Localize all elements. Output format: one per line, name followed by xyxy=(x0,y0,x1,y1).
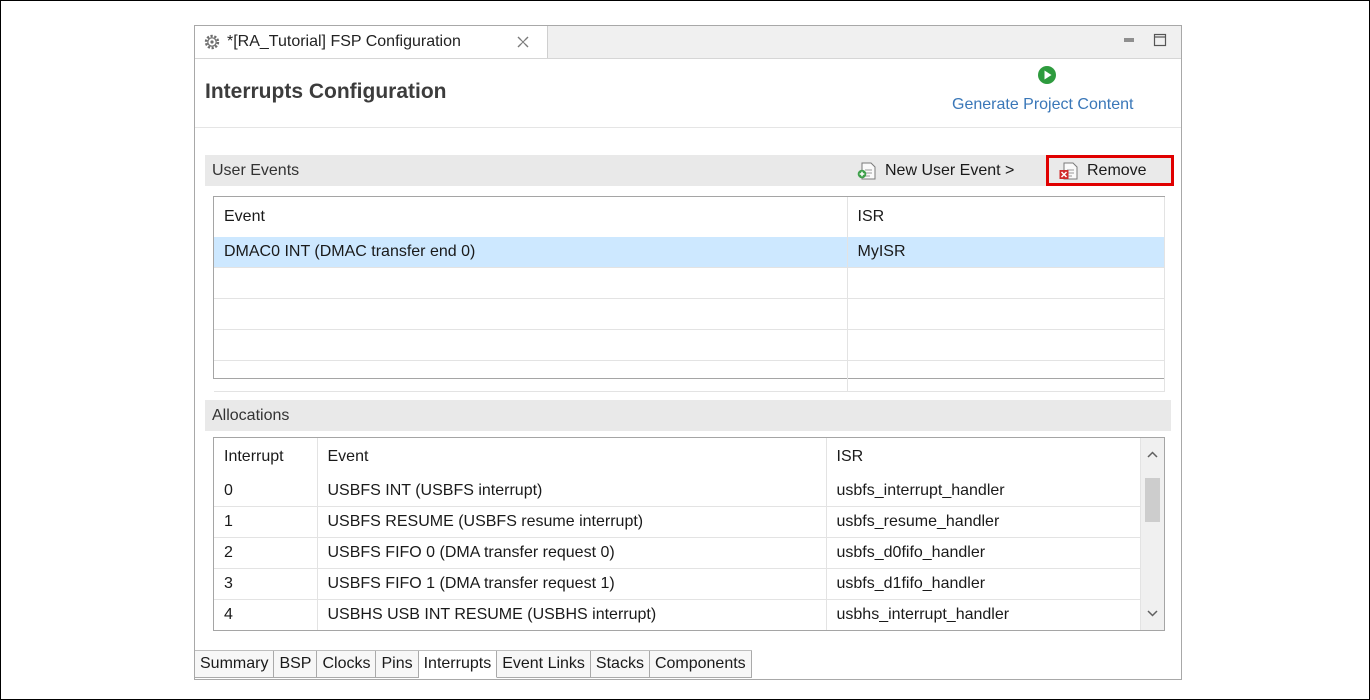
editor-tab-strip: *[RA_Tutorial] FSP Configuration xyxy=(195,26,1181,59)
interrupt-cell: 1 xyxy=(214,506,318,538)
isr-cell: usbhs_interrupt_handler xyxy=(826,599,1141,630)
tab-clocks[interactable]: Clocks xyxy=(317,651,377,678)
event-cell: USBFS INT (USBFS interrupt) xyxy=(317,476,827,507)
fsp-configuration-editor: *[RA_Tutorial] FSP Configuration Interru… xyxy=(194,25,1182,680)
new-event-icon xyxy=(857,162,876,179)
event-cell xyxy=(214,267,848,299)
column-header-event[interactable]: Event xyxy=(317,438,827,476)
table-row[interactable]: 1 USBFS RESUME (USBFS resume interrupt) … xyxy=(214,506,1141,538)
event-cell xyxy=(214,329,848,361)
tab-bsp[interactable]: BSP xyxy=(274,651,318,678)
screenshot-frame: *[RA_Tutorial] FSP Configuration Interru… xyxy=(0,0,1370,700)
event-cell: USBFS FIFO 0 (DMA transfer request 0) xyxy=(317,537,827,569)
tab-stacks[interactable]: Stacks xyxy=(590,651,650,678)
column-header-event[interactable]: Event xyxy=(214,197,848,237)
isr-cell: usbfs_interrupt_handler xyxy=(826,476,1141,507)
minimize-icon[interactable] xyxy=(1122,32,1138,48)
column-header-interrupt[interactable]: Interrupt xyxy=(214,438,318,476)
interrupt-cell: 3 xyxy=(214,568,318,600)
allocations-title: Allocations xyxy=(212,407,290,424)
allocations-header: Allocations xyxy=(205,400,1171,431)
table-row[interactable]: 0 USBFS INT (USBFS interrupt) usbfs_inte… xyxy=(214,476,1141,507)
isr-cell: usbfs_d0fifo_handler xyxy=(826,537,1141,569)
table-row[interactable] xyxy=(214,267,1165,299)
remove-label: Remove xyxy=(1087,161,1147,179)
tab-interrupts[interactable]: Interrupts xyxy=(418,651,498,678)
isr-cell[interactable] xyxy=(847,267,1165,299)
event-cell: USBHS USB INT RESUME (USBHS interrupt) xyxy=(317,599,827,630)
interrupt-cell: 4 xyxy=(214,599,318,630)
interrupt-cell: 2 xyxy=(214,537,318,569)
user-events-header: User Events New User Event > Remove xyxy=(205,155,1174,186)
column-header-isr[interactable]: ISR xyxy=(847,197,1165,237)
event-cell xyxy=(214,298,848,330)
gear-icon xyxy=(204,34,220,50)
table-row[interactable]: DMAC0 INT (DMAC transfer end 0) MyISR xyxy=(214,237,1165,268)
allocations-scrollbar[interactable] xyxy=(1141,438,1164,630)
isr-cell[interactable] xyxy=(847,360,1165,392)
close-tab-icon[interactable] xyxy=(515,34,531,50)
table-row[interactable]: 2 USBFS FIFO 0 (DMA transfer request 0) … xyxy=(214,537,1141,569)
allocations-table: Interrupt Event ISR 0 USBFS INT (USBFS i… xyxy=(213,437,1165,631)
isr-cell: usbfs_resume_handler xyxy=(826,506,1141,538)
event-cell: USBFS RESUME (USBFS resume interrupt) xyxy=(317,506,827,538)
isr-cell[interactable]: MyISR xyxy=(847,237,1165,268)
event-cell: DMAC0 INT (DMAC transfer end 0) xyxy=(214,237,848,268)
user-events-title: User Events xyxy=(212,162,300,179)
table-row[interactable] xyxy=(214,298,1165,330)
title-separator xyxy=(195,127,1181,128)
event-cell xyxy=(214,360,848,392)
maximize-icon[interactable] xyxy=(1152,32,1168,48)
isr-cell[interactable] xyxy=(847,298,1165,330)
generate-icon[interactable] xyxy=(1037,65,1057,85)
new-user-event-button[interactable]: New User Event > xyxy=(856,155,1014,186)
table-row[interactable]: 4 USBHS USB INT RESUME (USBHS interrupt)… xyxy=(214,599,1141,630)
event-cell: USBFS FIFO 1 (DMA transfer request 1) xyxy=(317,568,827,600)
column-header-isr[interactable]: ISR xyxy=(826,438,1141,476)
new-user-event-label: New User Event > xyxy=(885,161,1015,179)
isr-cell[interactable] xyxy=(847,329,1165,361)
generate-project-content-link[interactable]: Generate Project Content xyxy=(952,96,1133,114)
configuration-page-tabs: Summary BSP Clocks Pins Interrupts Event… xyxy=(195,650,752,679)
tab-components[interactable]: Components xyxy=(649,651,752,678)
table-row[interactable] xyxy=(214,360,1165,392)
scroll-up-icon[interactable] xyxy=(1146,450,1159,460)
scroll-down-icon[interactable] xyxy=(1146,608,1159,618)
tab-summary[interactable]: Summary xyxy=(195,651,275,678)
table-row[interactable]: 3 USBFS FIFO 1 (DMA transfer request 1) … xyxy=(214,568,1141,600)
remove-icon xyxy=(1059,162,1078,179)
table-row[interactable] xyxy=(214,329,1165,361)
editor-tab-title: *[RA_Tutorial] FSP Configuration xyxy=(227,33,461,50)
table-header-row: Event ISR xyxy=(214,197,1165,237)
isr-cell: usbfs_d1fifo_handler xyxy=(826,568,1141,600)
tab-event-links[interactable]: Event Links xyxy=(497,651,591,678)
editor-tab[interactable]: *[RA_Tutorial] FSP Configuration xyxy=(195,26,548,58)
page-title: Interrupts Configuration xyxy=(205,80,447,103)
user-events-table: Event ISR DMAC0 INT (DMAC transfer end 0… xyxy=(213,196,1165,392)
interrupt-cell: 0 xyxy=(214,476,318,507)
scrollbar-thumb[interactable] xyxy=(1145,478,1160,522)
remove-button[interactable]: Remove xyxy=(1046,155,1174,186)
tab-pins[interactable]: Pins xyxy=(376,651,419,678)
table-header-row: Interrupt Event ISR xyxy=(214,438,1141,476)
